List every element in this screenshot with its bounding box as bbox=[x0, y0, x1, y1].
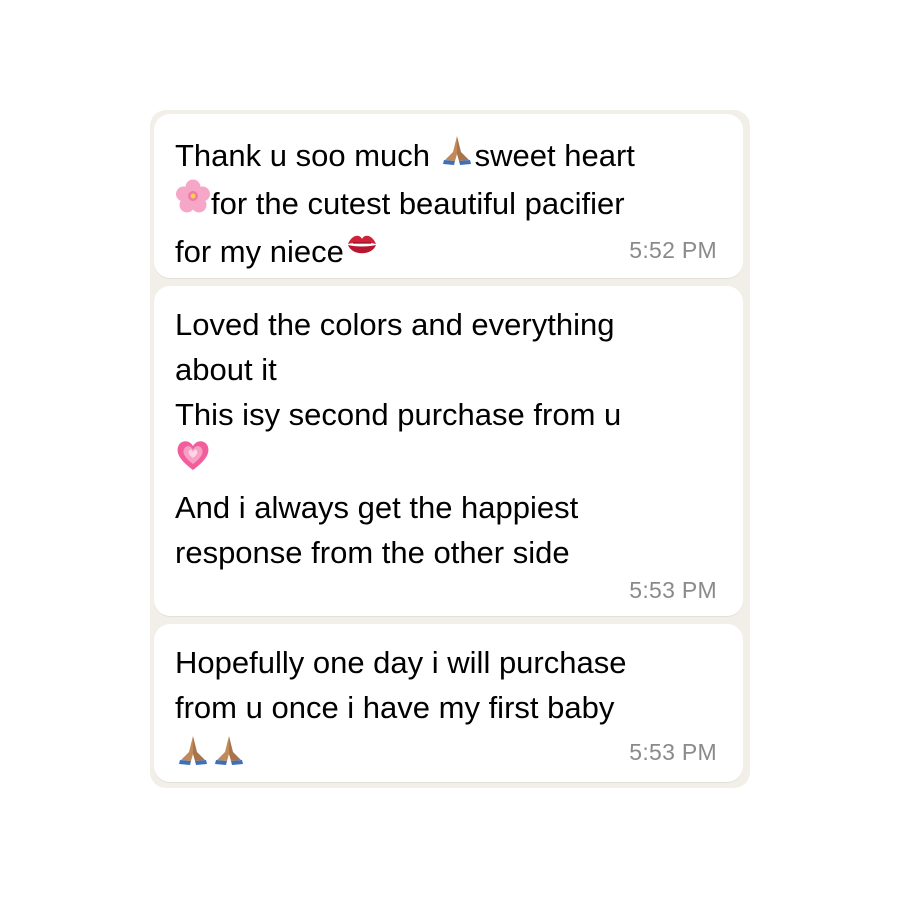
chat-area: Thank u soo much sweet heart for the cut… bbox=[150, 110, 750, 788]
message-line: Hopefully one day i will purchase bbox=[175, 640, 719, 685]
message-line bbox=[175, 437, 719, 485]
message-text: response from the other side bbox=[175, 535, 570, 570]
message-line: from u once i have my first baby bbox=[175, 685, 719, 730]
message-line: for the cutest beautiful pacifier bbox=[175, 178, 719, 226]
message-line: response from the other side bbox=[175, 530, 719, 575]
message-line: This isy second purchase from u bbox=[175, 392, 719, 437]
message-bubble[interactable]: Hopefully one day i will purchase from u… bbox=[154, 624, 743, 782]
message-timestamp: 5:52 PM bbox=[629, 237, 717, 263]
message-bubble[interactable]: Loved the colors and everything about it… bbox=[154, 286, 743, 616]
message-text: This isy second purchase from u bbox=[175, 397, 622, 432]
message-text: Loved the colors and everything bbox=[175, 307, 615, 342]
message-text: for the cutest beautiful pacifier bbox=[211, 186, 625, 221]
folded-hands-icon bbox=[211, 730, 247, 766]
message-timestamp: 5:53 PM bbox=[629, 739, 717, 765]
message-line: Thank u soo much sweet heart bbox=[175, 130, 719, 178]
message-bubble[interactable]: Thank u soo much sweet heart for the cut… bbox=[154, 114, 743, 278]
message-text: about it bbox=[175, 352, 277, 387]
message-timestamp: 5:53 PM bbox=[629, 577, 717, 603]
folded-hands-icon bbox=[439, 130, 475, 166]
growing-heart-icon bbox=[175, 437, 211, 473]
message-text: And i always get the happiest bbox=[175, 490, 579, 525]
kiss-mark-icon bbox=[344, 226, 380, 262]
folded-hands-icon bbox=[175, 730, 211, 766]
message-line: about it bbox=[175, 347, 719, 392]
message-text: Hopefully one day i will purchase bbox=[175, 645, 627, 680]
message-text: from u once i have my first baby bbox=[175, 690, 615, 725]
message-text: Thank u soo much bbox=[175, 138, 439, 173]
message-text: for my niece bbox=[175, 234, 344, 269]
cherry-blossom-icon bbox=[175, 178, 211, 214]
message-line: Loved the colors and everything bbox=[175, 302, 719, 347]
message-line: And i always get the happiest bbox=[175, 485, 719, 530]
message-text: sweet heart bbox=[474, 138, 635, 173]
